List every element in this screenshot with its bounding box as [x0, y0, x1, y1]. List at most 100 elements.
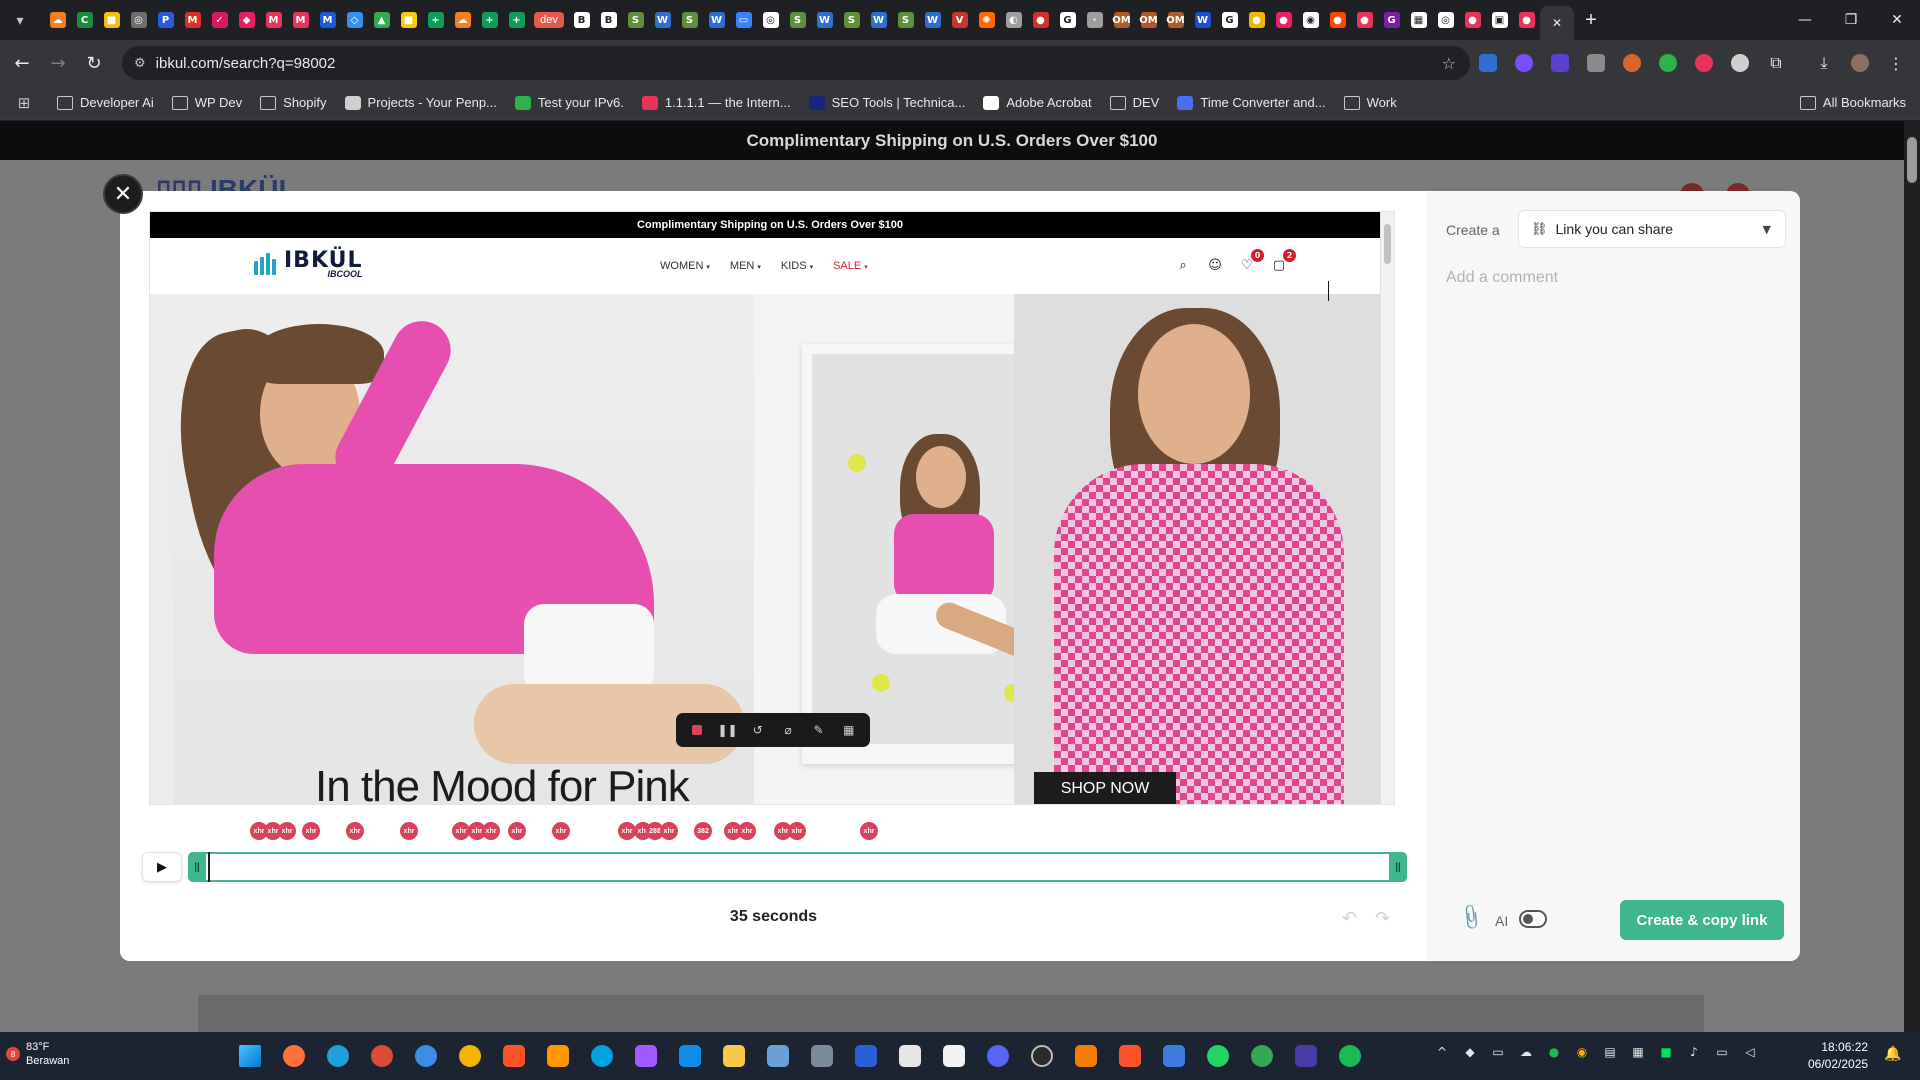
mic-off-icon[interactable]: ⌀: [778, 720, 798, 740]
pinned-tab[interactable]: ●: [1351, 6, 1378, 34]
bookmark-star-icon[interactable]: ☆: [1442, 54, 1456, 73]
bookmark-folder[interactable]: Developer Ai: [48, 89, 163, 117]
pinned-tab[interactable]: ◎: [757, 6, 784, 34]
bookmark-item[interactable]: Time Converter and...: [1168, 89, 1334, 117]
brave-app[interactable]: [496, 1038, 532, 1074]
close-window-button[interactable]: ✕: [1874, 0, 1920, 40]
pinned-tab[interactable]: ●: [1270, 6, 1297, 34]
address-url[interactable]: ibkul.com/search?q=98002: [156, 55, 336, 72]
shop-now-button[interactable]: SHOP NOW: [1034, 772, 1176, 804]
event-marker[interactable]: xhr: [278, 822, 296, 840]
pinned-tab[interactable]: OM: [1108, 6, 1135, 34]
pinned-tab[interactable]: ▣: [1486, 6, 1513, 34]
word-app[interactable]: [848, 1038, 884, 1074]
spotify-app[interactable]: [1332, 1038, 1368, 1074]
pinned-tab[interactable]: +: [503, 6, 530, 34]
pinned-tab[interactable]: ◐: [1000, 6, 1027, 34]
restart-button[interactable]: ↺: [748, 720, 768, 740]
address-bar[interactable]: ⚙ ibkul.com/search?q=98002 ☆: [122, 46, 1470, 80]
site-info-icon[interactable]: ⚙: [134, 56, 146, 71]
wishlist-heart-icon[interactable]: ♡ 0: [1238, 249, 1264, 274]
extension-icon[interactable]: [1470, 46, 1506, 80]
chrome-app[interactable]: [452, 1038, 488, 1074]
download-icon[interactable]: ⤓: [1806, 46, 1842, 80]
pinned-tab[interactable]: ●: [1324, 6, 1351, 34]
undo-icon[interactable]: ↶: [1342, 908, 1357, 929]
event-marker[interactable]: xhr: [660, 822, 678, 840]
start-button[interactable]: [232, 1038, 268, 1074]
search-icon[interactable]: ⌕: [1174, 256, 1192, 274]
discord-app[interactable]: [980, 1038, 1016, 1074]
bookmark-item[interactable]: Adobe Acrobat: [974, 89, 1100, 117]
preview-nav-item[interactable]: KIDS ▾: [781, 260, 813, 272]
bookmark-folder[interactable]: Shopify: [251, 89, 335, 117]
bookmark-item[interactable]: Test your IPv6.: [506, 89, 633, 117]
pinned-tab[interactable]: ■: [395, 6, 422, 34]
stop-record-button[interactable]: [687, 720, 707, 740]
extension-icon[interactable]: [1686, 46, 1722, 80]
bookmark-folder[interactable]: Work: [1335, 89, 1406, 117]
event-marker[interactable]: xhr: [738, 822, 756, 840]
pinned-tab[interactable]: S: [622, 6, 649, 34]
pinned-tab[interactable]: P: [152, 6, 179, 34]
pinned-tab[interactable]: ●: [1459, 6, 1486, 34]
pinned-tab[interactable]: ✓: [206, 6, 233, 34]
pinned-tab[interactable]: +: [422, 6, 449, 34]
pinned-tab[interactable]: W: [1189, 6, 1216, 34]
event-marker[interactable]: xhr: [508, 822, 526, 840]
ibkul-logo[interactable]: IBKÜL IBCOOL: [252, 250, 363, 279]
pinned-tab[interactable]: ·: [1081, 6, 1108, 34]
volume-icon[interactable]: ◁: [1742, 1044, 1758, 1060]
extension-icon[interactable]: [1506, 46, 1542, 80]
attachment-paperclip-icon[interactable]: 📎: [1456, 902, 1486, 932]
chrome-app[interactable]: [364, 1038, 400, 1074]
scrollbar-thumb[interactable]: [1907, 137, 1917, 183]
pinned-tab-dev[interactable]: dev: [530, 6, 568, 34]
pinned-tab[interactable]: M: [314, 6, 341, 34]
pinned-tab[interactable]: OM: [1135, 6, 1162, 34]
create-copy-link-button[interactable]: Create & copy link: [1620, 900, 1784, 940]
profile-avatar[interactable]: [1842, 46, 1878, 80]
event-marker[interactable]: xhr: [552, 822, 570, 840]
cursor-app[interactable]: [584, 1038, 620, 1074]
mic-icon[interactable]: ♪: [1686, 1044, 1702, 1060]
tray-app-icon[interactable]: ◆: [1462, 1044, 1478, 1060]
display-icon[interactable]: ▭: [1490, 1044, 1506, 1060]
pinned-tab[interactable]: ◆: [233, 6, 260, 34]
pinned-tab[interactable]: W: [649, 6, 676, 34]
bookmark-item[interactable]: 1.1.1.1 — the Intern...: [633, 89, 800, 117]
tray-app-icon[interactable]: ▦: [1630, 1044, 1646, 1060]
notion-app[interactable]: [936, 1038, 972, 1074]
network-icon[interactable]: ▭: [1714, 1044, 1730, 1060]
extension-icon[interactable]: [1542, 46, 1578, 80]
firefox-app[interactable]: [276, 1038, 312, 1074]
clock[interactable]: 18:06:22 06/02/2025: [1808, 1039, 1868, 1074]
pinned-tab[interactable]: M: [287, 6, 314, 34]
brave-app[interactable]: [1112, 1038, 1148, 1074]
pinned-tab[interactable]: S: [784, 6, 811, 34]
app[interactable]: [1288, 1038, 1324, 1074]
pinned-tab[interactable]: M: [179, 6, 206, 34]
redo-icon[interactable]: ↷: [1375, 908, 1390, 929]
pinned-tab[interactable]: M: [260, 6, 287, 34]
sublime-app[interactable]: [540, 1038, 576, 1074]
apps-grid-icon[interactable]: ⊞: [0, 94, 48, 112]
trim-start-handle[interactable]: ||: [188, 852, 206, 882]
event-marker[interactable]: 382: [694, 822, 712, 840]
pinned-tab[interactable]: G: [1216, 6, 1243, 34]
pinned-tab[interactable]: W: [865, 6, 892, 34]
back-button[interactable]: ←: [4, 45, 40, 81]
pinned-tab[interactable]: ●: [1243, 6, 1270, 34]
menu-kebab-icon[interactable]: ⋮: [1878, 46, 1914, 80]
onedrive-icon[interactable]: ☁: [1518, 1044, 1534, 1060]
pinned-tab[interactable]: S: [892, 6, 919, 34]
edge-app[interactable]: [320, 1038, 356, 1074]
preview-nav-item[interactable]: SALE ▾: [833, 260, 868, 272]
bookmark-folder[interactable]: DEV: [1101, 89, 1169, 117]
comment-field[interactable]: [1446, 269, 1786, 769]
event-marker[interactable]: xhr: [788, 822, 806, 840]
pinned-tab[interactable]: ▦: [1405, 6, 1432, 34]
tab-search-button[interactable]: ▾: [0, 0, 40, 40]
timeline-scrubber[interactable]: || ||: [188, 852, 1407, 882]
cart-bag-icon[interactable]: ▢ 2: [1270, 249, 1296, 274]
